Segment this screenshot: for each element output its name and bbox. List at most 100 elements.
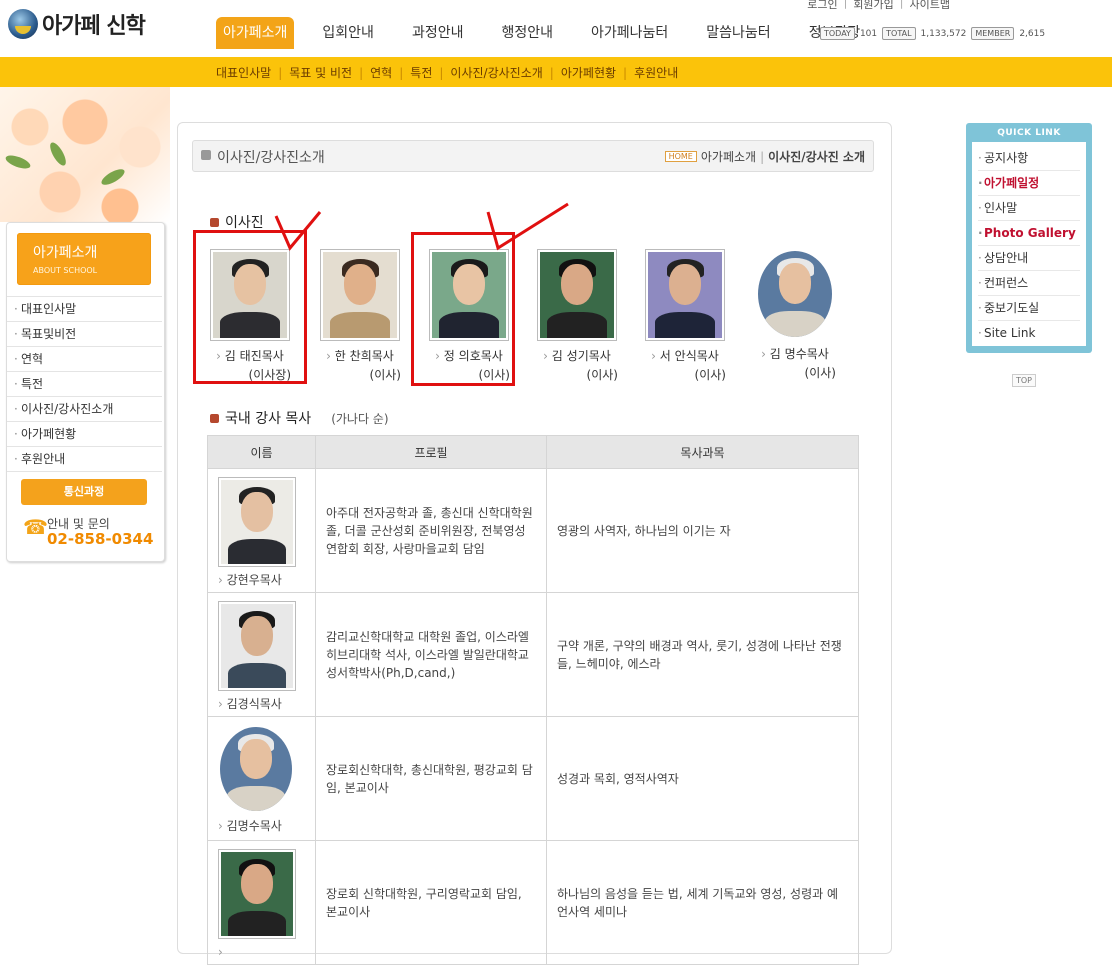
- lecturer-subjects: 구약 개론, 구약의 배경과 역사, 룻기, 성경에 나타난 전쟁들, 느헤미야…: [546, 592, 859, 717]
- login-link[interactable]: 로그인: [807, 0, 837, 12]
- member-role: (이사): [586, 368, 618, 382]
- sidebar-title: 아가페소개: [33, 245, 98, 261]
- nav-about[interactable]: 아가페소개: [216, 17, 295, 49]
- home-icon[interactable]: HOME: [664, 151, 697, 162]
- sidebar-item-greeting[interactable]: 대표인사말: [7, 296, 162, 321]
- phone-number: 02-858-0344: [47, 530, 154, 548]
- top-button[interactable]: TOP: [1012, 374, 1037, 387]
- quick-link-schedule[interactable]: 아가페일정: [978, 171, 1080, 196]
- sidebar-item-history[interactable]: 연혁: [7, 346, 162, 371]
- sidebar-item-vision[interactable]: 목표및비전: [7, 321, 162, 346]
- member-role: (이사): [804, 366, 836, 380]
- table-row: 장로회 신학대학원, 구리영락교회 담임, 본교이사 하나님의 음성을 듣는 법…: [207, 840, 859, 965]
- member-name: 한 찬희목사: [305, 347, 415, 364]
- nav-admission[interactable]: 입회안내: [312, 17, 384, 49]
- lecturer-photo: [218, 601, 296, 691]
- annotation-checkmark-2: [486, 202, 569, 251]
- lecturer-subjects: 영광의 사역자, 하나님의 이기는 자: [546, 468, 859, 593]
- col-profile: 프로필: [315, 435, 547, 469]
- lecturers-table: 이름 프로필 목사과목 강현우목사 아주대 전자공학과 졸, 총신대 신학대학원…: [207, 435, 859, 965]
- annotation-checkmark-1: [274, 211, 322, 251]
- member-photo: [756, 249, 834, 339]
- board-member: 한 찬희목사 (이사): [305, 249, 415, 383]
- quick-link-list: 공지사항 아가페일정 인사말 Photo Gallery 상담안내 컨퍼런스 중…: [972, 142, 1086, 346]
- sidebar-item-staff[interactable]: 이사진/강사진소개: [7, 396, 162, 421]
- lecturer-photo: [218, 725, 294, 813]
- subnav-history[interactable]: 연혁: [370, 64, 392, 81]
- sidebar-item-status[interactable]: 아가페현황: [7, 421, 162, 446]
- nav-courses[interactable]: 과정안내: [402, 17, 474, 49]
- utility-nav: 로그인 | 회원가입 | 사이트맵: [807, 0, 950, 12]
- lecturers-heading: 국내 강사 목사 (가나다 순): [210, 408, 389, 428]
- quick-link-conference[interactable]: 컨퍼런스: [978, 271, 1080, 296]
- subnav-greeting[interactable]: 대표인사말: [216, 64, 271, 81]
- lecturer-name: 김경식목사: [218, 695, 315, 713]
- lecturer-subjects: 성경과 목회, 영적사역자: [546, 716, 859, 841]
- page-title: 이사진/강사진소개: [217, 150, 325, 166]
- quick-link-counseling[interactable]: 상담안내: [978, 246, 1080, 271]
- lecturer-profile: 장로회신학대학, 총신대학원, 평강교회 담임, 본교이사: [315, 716, 547, 841]
- member-photo: [320, 249, 400, 341]
- lecturers-order-note: (가나다 순): [331, 411, 389, 426]
- lecturer-name: 강현우목사: [218, 571, 315, 589]
- lecturer-cell: 김명수목사: [207, 716, 316, 841]
- lecturer-name: [218, 943, 315, 961]
- table-row: 김명수목사 장로회신학대학, 총신대학원, 평강교회 담임, 본교이사 성경과 …: [207, 716, 859, 841]
- sitemap-link[interactable]: 사이트맵: [910, 0, 950, 12]
- breadcrumb: HOME 아가페소개 | 이사진/강사진 소개: [664, 148, 865, 165]
- quick-link-photo-gallery[interactable]: Photo Gallery: [978, 221, 1080, 246]
- lecturer-profile: 장로회 신학대학원, 구리영락교회 담임, 본교이사: [315, 840, 547, 965]
- globe-logo-icon: [8, 9, 38, 39]
- quick-link-notice[interactable]: 공지사항: [978, 146, 1080, 171]
- left-sidebar: 아가페소개 ABOUT SCHOOL 대표인사말 목표및비전 연혁 특전 이사진…: [6, 222, 165, 562]
- sub-nav: 대표인사말 | 목표 및 비전 | 연혁 | 특전 | 이사진/강사진소개 | 아가페현황…: [216, 64, 679, 81]
- quick-link-greeting[interactable]: 인사말: [978, 196, 1080, 221]
- board-heading: 이사진: [210, 212, 264, 232]
- subnav-support[interactable]: 후원안내: [634, 64, 678, 81]
- quick-link-prayer-room[interactable]: 중보기도실: [978, 296, 1080, 321]
- lecturer-subjects: 하나님의 음성을 듣는 법, 세계 기독교와 영성, 성령과 예언사역 세미나: [546, 840, 859, 965]
- quick-link-site-link[interactable]: Site Link: [978, 321, 1080, 345]
- today-label: TODAY: [820, 27, 855, 40]
- lecturer-cell: 강현우목사: [207, 468, 316, 593]
- logo-text: 아가페 신학: [42, 14, 146, 39]
- signup-link[interactable]: 회원가입: [853, 0, 893, 12]
- total-label: TOTAL: [882, 27, 916, 40]
- member-name: 서 안식목사: [630, 347, 740, 364]
- col-subjects: 목사과목: [546, 435, 859, 469]
- subnav-vision[interactable]: 목표 및 비전: [289, 64, 352, 81]
- sidebar-item-benefits[interactable]: 특전: [7, 371, 162, 396]
- nav-word-sharing[interactable]: 말씀나눔터: [696, 17, 780, 49]
- sidebar-item-support[interactable]: 후원안내: [7, 446, 162, 472]
- nav-sharing[interactable]: 아가페나눔터: [581, 17, 678, 49]
- sidebar-header: 아가페소개 ABOUT SCHOOL: [17, 233, 151, 285]
- table-header-row: 이름 프로필 목사과목: [207, 435, 859, 469]
- visitor-counters: TODAY 101 TOTAL 1,133,572 MEMBER 2,615: [820, 27, 1045, 40]
- page-title-bar: 이사진/강사진소개 HOME 아가페소개 | 이사진/강사진 소개: [192, 140, 874, 172]
- today-count: 101: [859, 28, 878, 39]
- table-row: 김경식목사 감리교신학대학교 대학원 졸업, 이스라엘 히브리대학 석사, 이스…: [207, 592, 859, 717]
- member-photo: [645, 249, 725, 341]
- subnav-staff[interactable]: 이사진/강사진소개: [450, 64, 542, 81]
- lecturer-photo: [218, 849, 296, 939]
- site-logo[interactable]: 아가페 신학: [8, 8, 146, 40]
- board-member: 서 안식목사 (이사): [630, 249, 740, 383]
- main-nav: 아가페소개 입회안내 과정안내 행정안내 아가페나눔터 말씀나눔터 정보광장: [216, 17, 888, 49]
- sidebar-subtitle: ABOUT SCHOOL: [33, 266, 98, 275]
- lecturers-heading-text: 국내 강사 목사: [225, 411, 312, 427]
- correspondence-course-button[interactable]: 통신과정: [21, 479, 147, 505]
- subnav-status[interactable]: 아가페현황: [561, 64, 616, 81]
- total-count: 1,133,572: [920, 28, 967, 39]
- board-member: 김 명수목사 (이사): [740, 249, 850, 381]
- flower-banner-image: [0, 87, 170, 222]
- breadcrumb-current: 이사진/강사진 소개: [768, 150, 865, 164]
- sidebar-menu: 대표인사말 목표및비전 연혁 특전 이사진/강사진소개 아가페현황 후원안내: [7, 296, 162, 472]
- member-label: MEMBER: [971, 27, 1015, 40]
- subnav-benefits[interactable]: 특전: [410, 64, 432, 81]
- nav-administration[interactable]: 행정안내: [491, 17, 563, 49]
- lecturer-profile: 아주대 전자공학과 졸, 총신대 신학대학원 졸, 더콜 군산성회 준비위원장,…: [315, 468, 547, 593]
- lecturer-cell: [207, 840, 316, 965]
- lecturer-profile: 감리교신학대학교 대학원 졸업, 이스라엘 히브리대학 석사, 이스라엘 발일란…: [315, 592, 547, 717]
- board-member: 김 성기목사 (이사): [522, 249, 632, 383]
- breadcrumb-parent[interactable]: 아가페소개: [701, 148, 756, 165]
